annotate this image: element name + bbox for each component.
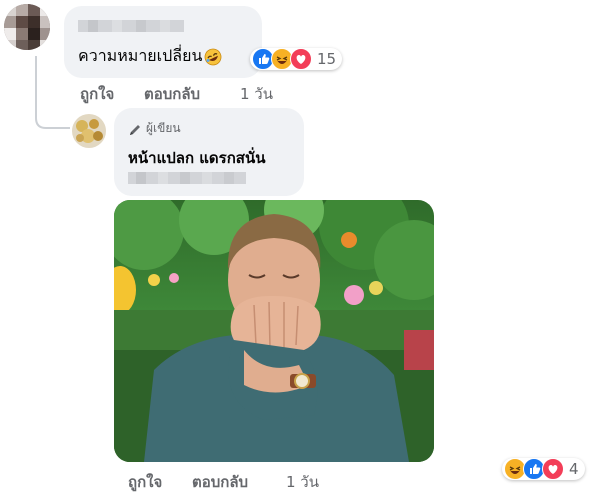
- reply-text: หน้าแปลก แดรกสนั่น: [128, 149, 266, 167]
- author-avatar[interactable]: [72, 114, 106, 148]
- love-icon: [542, 458, 564, 480]
- comment-reactions[interactable]: 15: [250, 48, 343, 70]
- reply-subtext-blurred: [128, 172, 246, 184]
- reply-bubble: ผู้เขียน หน้าแปลก แดรกสนั่น: [114, 108, 304, 196]
- pencil-icon: [128, 122, 142, 136]
- author-badge-label: ผู้เขียน: [146, 121, 181, 135]
- rolling-laughing-emoji-icon: [204, 48, 222, 66]
- reply-reaction-count: 4: [569, 460, 579, 478]
- love-icon: [290, 48, 312, 70]
- reply-reply-button[interactable]: ตอบกลับ: [192, 470, 248, 494]
- comment-like-button[interactable]: ถูกใจ: [80, 82, 114, 106]
- comment-reply-button[interactable]: ตอบกลับ: [144, 82, 200, 106]
- reply-photo[interactable]: [114, 200, 434, 462]
- reply-like-button[interactable]: ถูกใจ: [128, 470, 162, 494]
- commenter-avatar[interactable]: [4, 4, 50, 50]
- commenter-name-blurred[interactable]: [78, 18, 184, 34]
- author-badge: ผู้เขียน: [128, 119, 181, 138]
- comment-bubble: ความหมายเปลี่ยน: [64, 6, 262, 78]
- reply-timestamp[interactable]: 1 วัน: [286, 470, 319, 494]
- comment-text: ความหมายเปลี่ยน: [78, 46, 203, 65]
- reply-reactions[interactable]: 4: [502, 458, 585, 480]
- comment-reaction-count: 15: [317, 50, 337, 68]
- comment-timestamp[interactable]: 1 วัน: [240, 82, 273, 106]
